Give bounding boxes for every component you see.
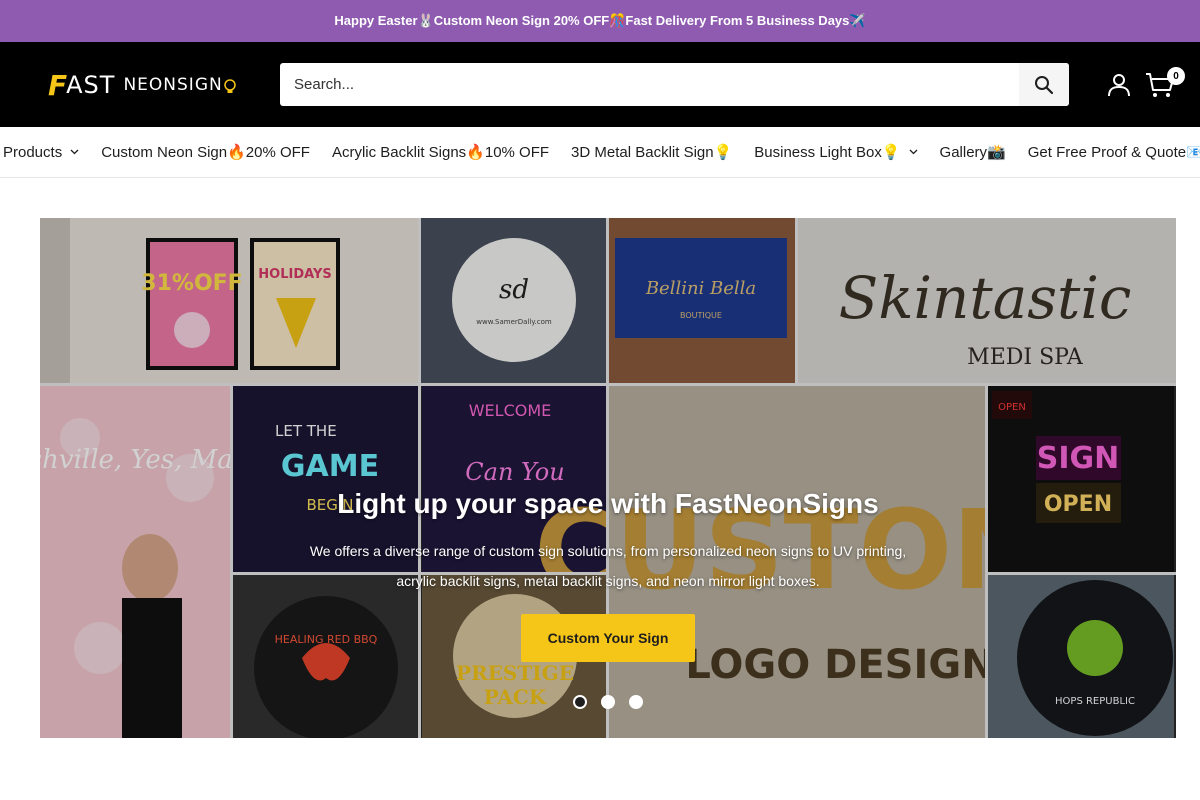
chevron-down-icon	[909, 149, 917, 155]
hero-subtitle: We offers a diverse range of custom sign…	[309, 543, 907, 589]
search-input[interactable]	[280, 63, 1019, 106]
nav-item-label: Business Light Box💡	[754, 144, 901, 161]
site-logo[interactable]: F AST NEONSIGN	[48, 68, 238, 102]
logo-letter-f: F	[48, 68, 67, 102]
nav-item-label: Custom Neon Sign🔥20% OFF	[101, 144, 310, 161]
cart-count-badge: 0	[1167, 67, 1185, 85]
nav-item-custom-neon-sign[interactable]: Custom Neon Sign🔥20% OFF	[101, 143, 310, 161]
nav-item-3d-metal-backlit-sign[interactable]: 3D Metal Backlit Sign💡	[571, 143, 732, 161]
nav-item-products[interactable]: Products	[3, 144, 79, 161]
logo-text-ast: AST	[66, 71, 116, 99]
nav-item-get-free-proof[interactable]: Get Free Proof & Quote📧	[1028, 143, 1200, 161]
nav-item-label: Products	[3, 143, 63, 161]
nav-item-label: Get Free Proof & Quote📧	[1027, 144, 1200, 161]
user-icon[interactable]	[1107, 73, 1131, 97]
slide-dot-3[interactable]	[629, 695, 643, 709]
search-button[interactable]	[1019, 63, 1069, 106]
slide-dot-1[interactable]	[573, 695, 587, 709]
logo-text-neonsign: NEONSIGN	[123, 75, 223, 95]
announcement-text: Happy Easter🐰Custom Neon Sign 20% OFF🎊Fa…	[334, 13, 866, 28]
main-nav: Products Custom Neon Sign🔥20% OFF Acryli…	[0, 127, 1200, 178]
slide-dots	[573, 695, 643, 709]
lightbulb-icon	[223, 79, 236, 93]
custom-your-sign-button[interactable]: Custom Your Sign	[521, 614, 695, 662]
search-icon	[1035, 75, 1054, 94]
chevron-down-icon	[70, 149, 79, 155]
nav-item-business-light-box[interactable]: Business Light Box💡	[754, 143, 917, 161]
nav-item-acrylic-backlit-signs[interactable]: Acrylic Backlit Signs🔥10% OFF	[332, 143, 549, 161]
nav-item-label: Gallery📸	[939, 144, 1006, 161]
slide-dot-2[interactable]	[601, 695, 615, 709]
nav-item-label: Acrylic Backlit Signs🔥10% OFF	[331, 144, 550, 161]
hero-title: Light up your space with FastNeonSigns	[337, 488, 879, 519]
search-bar	[280, 63, 1069, 106]
nav-item-gallery[interactable]: Gallery📸	[940, 143, 1006, 161]
nav-item-label: 3D Metal Backlit Sign💡	[571, 144, 733, 161]
site-header: F AST NEONSIGN 0	[0, 42, 1200, 127]
announcement-bar: Happy Easter🐰Custom Neon Sign 20% OFF🎊Fa…	[0, 0, 1200, 42]
hero-slideshow[interactable]: 31%OFF HOLIDAYS sd www.SamerDally.com Be…	[40, 218, 1176, 738]
